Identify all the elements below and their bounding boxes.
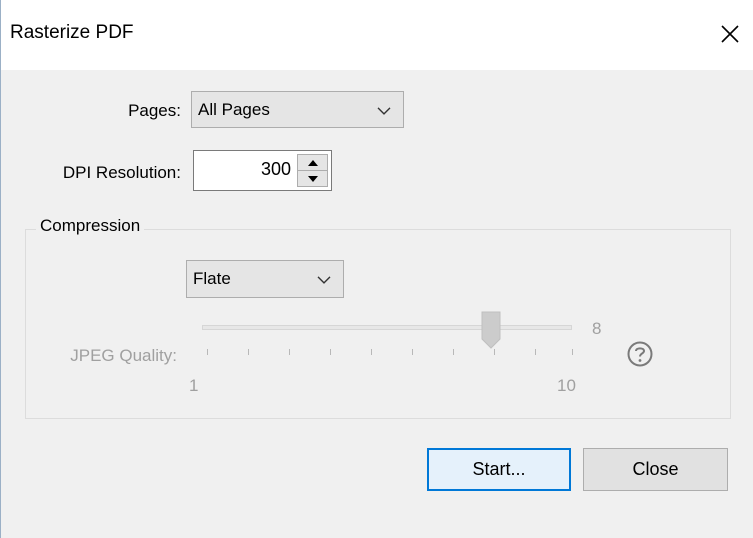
dpi-label: DPI Resolution: [62,163,181,182]
pages-select[interactable]: All Pages [191,91,404,128]
slider-tick [371,349,372,355]
start-button[interactable]: Start... [427,448,571,491]
jpeg-quality-slider-track[interactable] [202,325,572,330]
compression-select-value: Flate [193,269,231,288]
slider-tick [330,349,331,355]
jpeg-quality-slider-thumb[interactable] [481,311,501,349]
slider-tick [248,349,249,355]
jpeg-quality-max-label: 10 [557,376,576,395]
slider-tick [453,349,454,355]
compression-select[interactable]: Flate [186,260,344,298]
dpi-stepper[interactable]: 300 [193,150,332,191]
close-icon [721,25,739,43]
jpeg-quality-value: 8 [592,319,602,338]
dpi-decrement-button[interactable] [298,171,327,186]
chevron-down-icon [317,276,331,284]
close-window-button[interactable] [710,14,750,54]
dialog-title: Rasterize PDF [10,22,134,43]
jpeg-quality-min-label: 1 [189,376,199,395]
rasterize-pdf-dialog: Rasterize PDF Pages: All Pages DPI Resol… [0,0,753,538]
dpi-increment-button[interactable] [298,155,327,171]
help-button[interactable] [625,339,655,369]
compression-legend: Compression [36,216,145,236]
dpi-value: 300 [260,159,291,179]
slider-tick [494,349,495,355]
title-bar: Rasterize PDF [1,0,753,70]
slider-tick [207,349,208,355]
help-icon [627,341,653,367]
slider-tick [412,349,413,355]
arrow-up-icon [307,159,318,166]
slider-tick [289,349,290,355]
pages-select-value: All Pages [198,99,270,119]
dpi-stepper-buttons [297,154,328,187]
chevron-down-icon [377,106,391,115]
arrow-down-icon [307,175,318,182]
jpeg-quality-label: JPEG Quality: [70,346,177,365]
pages-label: Pages: [128,101,181,120]
slider-tick [535,349,536,355]
close-button[interactable]: Close [583,448,728,491]
compression-group [25,229,731,419]
slider-tick [572,349,573,355]
